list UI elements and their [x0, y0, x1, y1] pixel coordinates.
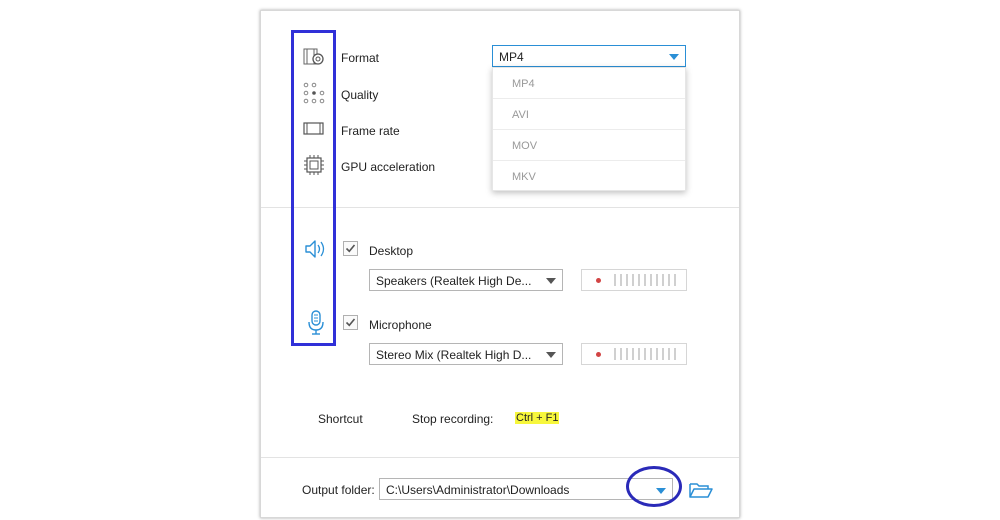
- format-option-mkv[interactable]: MKV: [493, 161, 685, 192]
- gpu-acceleration-label: GPU acceleration: [341, 160, 436, 174]
- desktop-device-value: Speakers (Realtek High De...: [376, 274, 532, 288]
- format-option-avi[interactable]: AVI: [493, 99, 685, 130]
- checkmark-icon: [345, 244, 356, 253]
- quality-label: Quality: [341, 88, 379, 102]
- format-option-mov[interactable]: MOV: [493, 130, 685, 161]
- stop-recording-shortcut[interactable]: Ctrl + F1: [515, 412, 560, 424]
- volume-level-bars: [614, 348, 680, 360]
- chevron-down-icon[interactable]: [546, 352, 556, 358]
- desktop-device-select[interactable]: Speakers (Realtek High De...: [369, 269, 563, 291]
- format-dropdown-list: MP4 AVI MOV MKV: [492, 67, 686, 191]
- format-select[interactable]: MP4: [492, 45, 686, 67]
- recording-dot-icon: [596, 278, 601, 283]
- format-label: Format: [341, 51, 380, 65]
- shortcut-label: Shortcut: [318, 412, 363, 426]
- frame-rate-label: Frame rate: [341, 124, 400, 138]
- folder-icon[interactable]: [689, 481, 713, 502]
- microphone-device-select[interactable]: Stereo Mix (Realtek High D...: [369, 343, 563, 365]
- checkmark-icon: [345, 318, 356, 327]
- microphone-volume-meter: [581, 343, 687, 365]
- stop-recording-label: Stop recording:: [412, 412, 494, 426]
- desktop-volume-meter: [581, 269, 687, 291]
- chevron-down-icon[interactable]: [669, 54, 679, 60]
- microphone-checkbox[interactable]: [343, 315, 358, 330]
- volume-level-bars: [614, 274, 680, 286]
- footer-divider: [261, 457, 739, 458]
- output-folder-path: C:\Users\Administrator\Downloads: [386, 483, 570, 497]
- desktop-audio-checkbox[interactable]: [343, 241, 358, 256]
- microphone-label: Microphone: [369, 318, 432, 332]
- chevron-down-icon[interactable]: [546, 278, 556, 284]
- annotation-circle: [626, 466, 682, 507]
- recording-dot-icon: [596, 352, 601, 357]
- format-option-mp4[interactable]: MP4: [493, 68, 685, 99]
- format-select-value: MP4: [499, 50, 524, 64]
- annotation-highlight-box: [291, 30, 336, 346]
- output-folder-label: Output folder:: [302, 483, 375, 497]
- microphone-device-value: Stereo Mix (Realtek High D...: [376, 348, 532, 362]
- desktop-audio-label: Desktop: [369, 244, 414, 258]
